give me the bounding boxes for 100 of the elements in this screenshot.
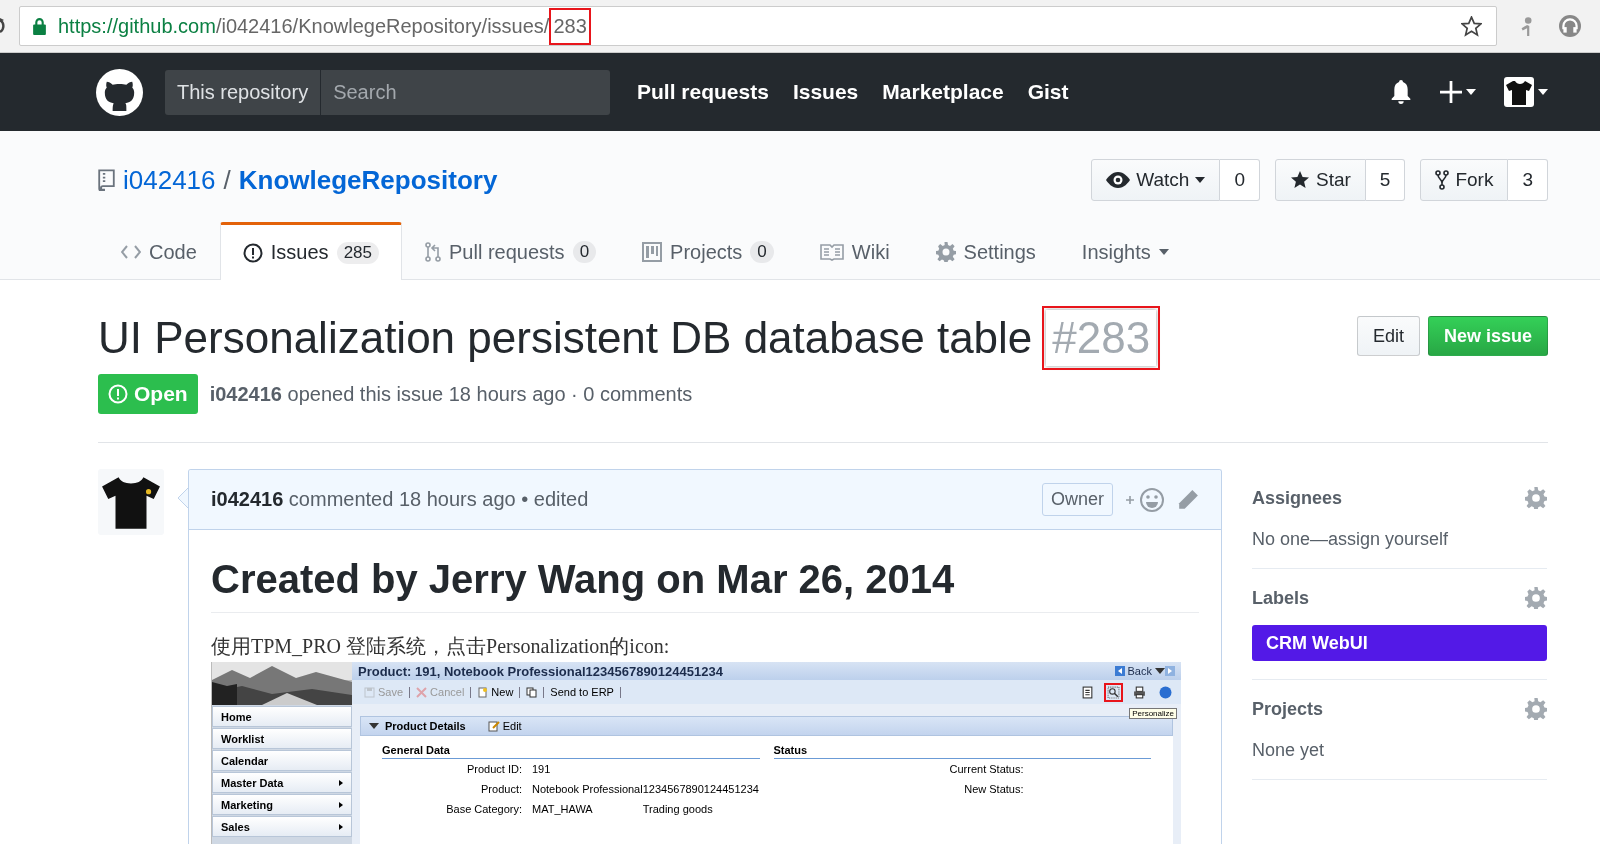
issue-meta-text: i042416 opened this issue 18 hours ago · 0 comments (209, 382, 693, 406)
sidebar-text: No one—assign yourself (1252, 529, 1450, 550)
url-text: https://github.com/i042416/KnowlegeRepository/issues/ 283 (58, 7, 591, 45)
field-label: Current Status: (948, 763, 1024, 775)
copy-icon (526, 686, 538, 698)
create-menu-button[interactable] (1440, 81, 1476, 103)
eye-icon (1106, 172, 1131, 188)
field-value: Notebook Professional1234567890124451234 (532, 783, 759, 795)
nav-link[interactable]: Issues (792, 80, 859, 104)
caret-icon (369, 723, 379, 729)
octocat-logo[interactable] (96, 68, 143, 116)
nav-item[interactable]: Sales (212, 816, 352, 837)
edit-icon (487, 720, 500, 732)
tab-label: Pull requests (449, 240, 565, 264)
new-document-icon (477, 686, 489, 698)
path-separator: / (223, 164, 231, 196)
count-label: 5 (1365, 159, 1406, 201)
field-label: Product ID: (465, 763, 522, 775)
book-icon (819, 243, 844, 261)
back-button[interactable]: Back (1114, 665, 1165, 677)
watch-button[interactable]: Watch (1091, 159, 1221, 201)
nav-link[interactable]: Marketplace (882, 80, 1004, 104)
repo-tab[interactable]: Settings (912, 222, 1059, 279)
screen-title: Product: 191, Notebook Professional1234567890124451234 (358, 663, 723, 679)
count-badge: 0 (572, 241, 597, 263)
field-label: Base Category: (445, 803, 522, 815)
shirt-avatar-icon (1504, 77, 1534, 107)
search-bar[interactable]: This repository Search (165, 69, 610, 115)
nav-link[interactable]: Pull requests (637, 80, 769, 104)
edit-button[interactable]: Edit (1356, 316, 1420, 356)
count-badge: 0 (750, 241, 774, 263)
sidebar-heading: Labels (1252, 587, 1310, 609)
magnifier-icon[interactable] (1103, 682, 1123, 702)
owner-badge: Owner (1042, 483, 1113, 516)
tab-label: Issues (270, 241, 329, 264)
profile-menu-button[interactable] (1504, 77, 1548, 107)
nav-link[interactable]: Gist (1027, 80, 1069, 104)
section-title: Status (773, 742, 1151, 759)
fork-button[interactable]: Fork (1420, 159, 1509, 201)
caret-icon (1155, 668, 1165, 674)
section-title: General Data (382, 742, 760, 759)
field-value: Trading goods (642, 803, 713, 815)
count-label: 3 (1508, 159, 1548, 201)
sidebar-heading: Assignees (1252, 487, 1343, 509)
cross-icon (416, 686, 428, 698)
toolbar-button[interactable]: Send to ERP (544, 686, 621, 698)
pencil-icon[interactable] (1177, 488, 1199, 511)
nav-item[interactable]: Home (212, 706, 352, 727)
sidebar-text: None yet (1252, 740, 1326, 761)
count-label: 0 (1220, 159, 1260, 201)
gear-icon (935, 242, 956, 262)
repo-icon (98, 169, 115, 191)
star-icon[interactable] (1461, 15, 1482, 37)
nav-item[interactable]: Master Data (212, 772, 352, 793)
project-board-icon (642, 242, 663, 262)
comment-heading: Created by Jerry Wang on Mar 26, 2014 (211, 554, 1199, 613)
reload-icon (0, 18, 6, 34)
search-scope-label: This repository (165, 69, 322, 115)
tab-label: Code (149, 240, 197, 264)
code-icon (121, 245, 141, 259)
add-reaction-icon[interactable] (1125, 486, 1165, 513)
edit-link[interactable]: Edit (487, 720, 522, 732)
repo-tab[interactable]: Pull requests 0 (402, 222, 620, 279)
caret-icon (1538, 89, 1548, 95)
star-icon (1290, 170, 1310, 190)
comment-meta-text: i042416 commented 18 hours ago • edited (211, 488, 589, 511)
nav-item[interactable]: Worklist (212, 728, 352, 749)
plus-icon (1440, 81, 1462, 103)
repo-tab[interactable]: Code (98, 222, 220, 279)
caret-icon (1466, 89, 1476, 95)
repo-tab[interactable]: Insights (1058, 222, 1192, 279)
back-arrow-icon (1114, 666, 1125, 676)
search-field[interactable]: Search (321, 69, 610, 115)
repo-owner-link[interactable]: i042416 (123, 164, 216, 196)
headphones-icon[interactable] (1559, 15, 1581, 37)
pull-request-icon (425, 242, 441, 262)
sidebar-heading: Projects (1252, 698, 1324, 720)
nav-item[interactable]: Calendar (212, 750, 352, 771)
tab-label: Insights (1081, 240, 1151, 264)
repo-tab[interactable]: Projects 0 (619, 222, 797, 279)
nav-item[interactable]: Marketing (212, 794, 352, 815)
field-label: Product: (480, 783, 522, 795)
issue-title: UI Personalization persistent DB database table (98, 312, 1033, 364)
address-bar[interactable]: https://github.com/i042416/KnowlegeRepository/issues/ 283 (19, 6, 1497, 46)
repo-tab[interactable]: Wiki (796, 222, 913, 279)
bell-icon[interactable] (1390, 80, 1412, 104)
field-label: New Status: (963, 783, 1024, 795)
panel-title: Product Details (385, 720, 466, 732)
issue-icon (108, 384, 128, 404)
field-value: MAT_HAWA (532, 803, 593, 815)
fork-icon (1435, 170, 1450, 190)
issue-icon (242, 242, 263, 263)
count-badge: 285 (336, 241, 379, 264)
tab-label: Settings (963, 240, 1036, 264)
repo-name-link[interactable]: KnowlegeRepository (238, 164, 498, 196)
repo-tab[interactable]: Issues 285 (219, 222, 402, 280)
star-button[interactable]: Star (1275, 159, 1366, 201)
toolbar-button[interactable]: New (471, 686, 521, 698)
issue-label[interactable]: CRM WebUI (1252, 625, 1547, 661)
lock-icon (33, 17, 46, 35)
